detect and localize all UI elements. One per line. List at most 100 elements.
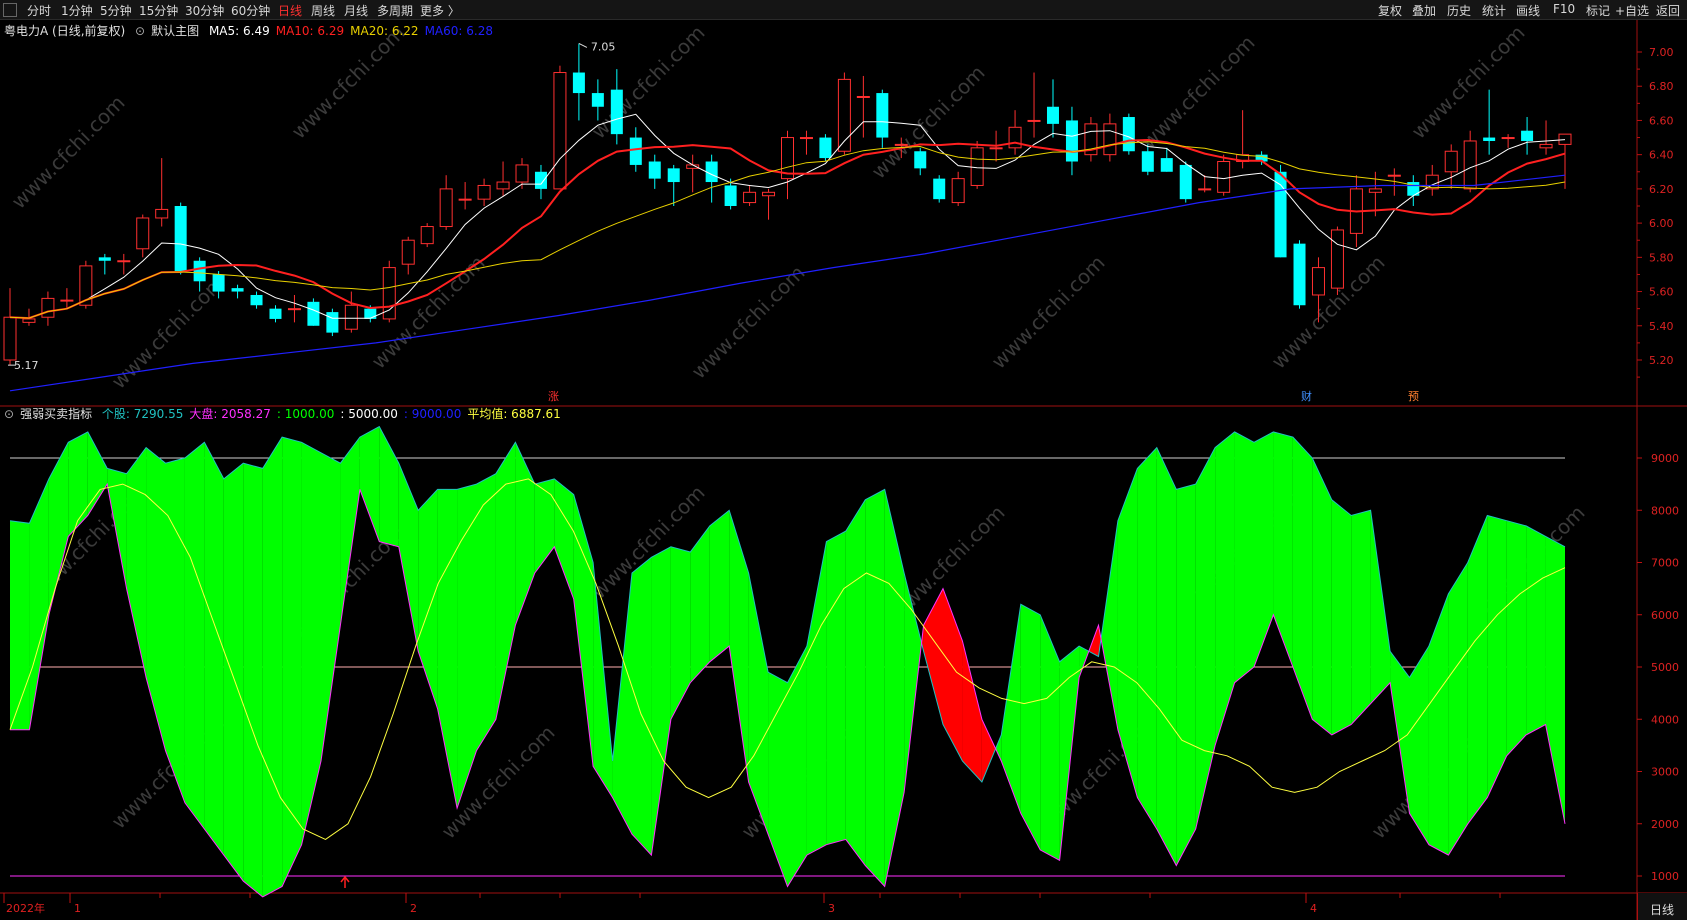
sub-tick-label: 8000 <box>1651 504 1679 517</box>
toolbar-button-6[interactable]: 标记 <box>1586 2 1610 19</box>
sub-item-3: : 5000.00 <box>340 407 398 421</box>
signal-area <box>1331 499 1352 735</box>
tab-9[interactable]: 多周期 <box>377 2 413 19</box>
signal-area <box>1020 604 1041 850</box>
candle-down <box>933 178 946 200</box>
signal-area <box>223 463 244 882</box>
candle-down <box>1141 151 1154 172</box>
candle-up <box>458 198 472 201</box>
x-tick-label: 4 <box>1310 902 1317 915</box>
candle-up <box>1008 126 1022 149</box>
toolbar-button-4[interactable]: 画线 <box>1516 2 1540 19</box>
signal-area <box>787 646 807 887</box>
ma-item-1: MA10: 6.29 <box>275 24 345 38</box>
candle-down <box>724 185 737 206</box>
sub-item-1: 大盘: 2058.27 <box>189 407 271 421</box>
sub-indicator-values: 个股: 7290.55 大盘: 2058.27: 1000.00: 5000.00… <box>102 407 567 421</box>
sub-tick-label: 7000 <box>1651 557 1679 570</box>
candle-down <box>819 137 832 159</box>
signal-area <box>1176 484 1196 866</box>
toolbar-button-8[interactable]: 返回 <box>1656 2 1680 19</box>
tab-5[interactable]: 60分钟 <box>231 2 270 19</box>
candle-down <box>629 137 642 165</box>
period-label[interactable]: 日线 <box>1650 901 1674 918</box>
x-tick-label: 1 <box>74 902 81 915</box>
low-label: 5.17 <box>14 359 39 372</box>
sub-item-2: : 1000.00 <box>276 407 335 421</box>
candle-up <box>1198 188 1212 191</box>
candle-up <box>1368 188 1382 193</box>
tab-2[interactable]: 5分钟 <box>100 2 132 19</box>
signal-area <box>262 437 283 897</box>
candle-up <box>496 181 510 190</box>
toolbar-button-5[interactable]: F10 <box>1553 2 1575 16</box>
candle-up <box>1558 133 1572 145</box>
tab-6[interactable]: 日线 <box>278 2 302 19</box>
candle-up <box>1311 267 1325 296</box>
candle-up <box>401 239 415 265</box>
candle-up <box>344 304 358 330</box>
candle-up <box>41 297 55 318</box>
candle-up <box>1027 119 1041 122</box>
candle-down <box>1065 120 1078 162</box>
main-chart-label[interactable]: 默认主图 <box>151 24 199 38</box>
candle-down <box>212 274 225 292</box>
tab-10[interactable]: 更多 〉 <box>420 2 460 19</box>
sub-tick-label: 3000 <box>1651 766 1679 779</box>
candle-up <box>799 137 813 140</box>
candle-up <box>1330 229 1344 289</box>
settings-icon[interactable]: ⊙ <box>135 24 145 38</box>
toolbar-button-1[interactable]: 叠加 <box>1412 2 1436 19</box>
price-tick-label: 5.80 <box>1649 251 1674 264</box>
candle-down <box>250 294 263 306</box>
sub-item-4: : 9000.00 <box>403 407 462 421</box>
tab-8[interactable]: 月线 <box>344 2 368 19</box>
price-tick-label: 5.40 <box>1649 320 1674 333</box>
signal-area <box>184 442 205 829</box>
toolbar-button-3[interactable]: 统计 <box>1482 2 1506 19</box>
system-menu-icon[interactable] <box>3 3 17 17</box>
candle-up <box>951 178 965 204</box>
candle-up <box>1217 161 1231 193</box>
candle-down <box>1122 117 1135 152</box>
price-tick-label: 7.00 <box>1649 46 1674 59</box>
signal-area <box>865 489 885 887</box>
candle-up <box>136 217 150 250</box>
candle-down <box>1483 137 1496 141</box>
candle-up <box>60 299 74 302</box>
candle-down <box>307 301 320 326</box>
toolbar-button-7[interactable]: +自选 <box>1615 2 1649 19</box>
settings-icon[interactable]: ⊙ <box>4 407 14 421</box>
stock-title[interactable]: 粤电力A (日线,前复权) <box>4 24 125 38</box>
sub-indicator-title[interactable]: 强弱买卖指标 <box>20 407 92 421</box>
candle-up <box>989 147 1003 150</box>
toolbar-button-0[interactable]: 复权 <box>1378 2 1402 19</box>
tab-7[interactable]: 周线 <box>311 2 335 19</box>
signal-area <box>243 463 263 897</box>
signal-area <box>1351 510 1371 725</box>
top-toolbar: 分时 1分钟 5分钟 15分钟 30分钟 60分钟 日线 周线 月线 多周期 更多 〉 复权 叠加 历史统… <box>0 0 1687 20</box>
candle-up <box>155 208 169 219</box>
event-label-1: 财 <box>1301 389 1312 403</box>
ma-item-3: MA60: 6.28 <box>424 24 493 38</box>
toolbar-button-2[interactable]: 历史 <box>1447 2 1471 19</box>
candle-down <box>705 161 718 183</box>
tab-1[interactable]: 1分钟 <box>61 2 93 19</box>
candle-down <box>1179 164 1192 200</box>
signal-area <box>1467 515 1488 824</box>
sub-item-5: 平均值: 6887.61 <box>467 407 561 421</box>
candle-up <box>1103 123 1117 156</box>
signal-area <box>845 499 866 866</box>
candle-down <box>269 308 282 319</box>
price-tick-label: 6.20 <box>1649 183 1674 196</box>
tab-3[interactable]: 15分钟 <box>139 2 178 19</box>
signal-area <box>709 510 730 662</box>
tab-0[interactable]: 分时 <box>27 2 51 19</box>
event-label-2: 预 <box>1408 390 1419 403</box>
candle-up <box>420 226 434 245</box>
candle-down <box>1521 130 1534 141</box>
main-legend: 粤电力A (日线,前复权) ⊙ 默认主图 MA5: 6.49 MA10: 6.29 M… <box>4 22 505 39</box>
candle-up <box>382 267 396 320</box>
tab-4[interactable]: 30分钟 <box>185 2 224 19</box>
candle-down <box>572 72 585 94</box>
